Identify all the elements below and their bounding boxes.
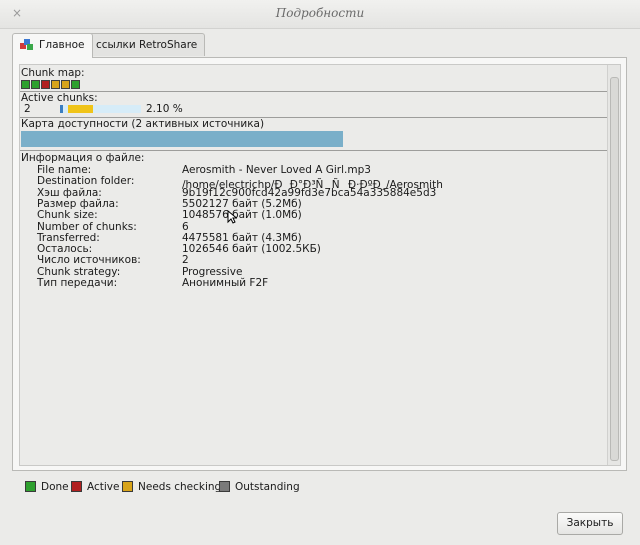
info-key: Number of chunks: — [37, 220, 137, 233]
tab-main[interactable]: Главное — [12, 33, 93, 58]
legend-needs-checking-swatch — [122, 480, 133, 492]
info-value: 6 — [182, 220, 189, 233]
close-button[interactable]: Закрыть — [557, 512, 623, 535]
active-chunks-count: 2 — [24, 103, 31, 115]
legend-active-swatch — [71, 480, 82, 492]
info-value: 1048576 байт (1.0Мб) — [182, 209, 302, 222]
info-key: Transferred: — [37, 231, 100, 244]
tab-main-label: Главное — [39, 39, 85, 51]
info-key: Destination folder: — [37, 175, 135, 188]
legend-done-swatch — [25, 480, 36, 492]
file-info-table: File name: Aerosmith - Never Loved A Girl… — [21, 164, 601, 294]
active-chunks-label: Active chunks: — [21, 92, 98, 104]
info-value: 2 — [182, 254, 189, 267]
legend-active-label: Active — [87, 481, 120, 493]
chunk-done — [71, 80, 80, 89]
main-panel: Chunk map: Active chunks: 2 2.10 % Карта… — [12, 57, 627, 471]
chunk-map — [21, 80, 91, 89]
info-key: Chunk strategy: — [37, 265, 121, 278]
info-value: Aerosmith - Never Loved A Girl.mp3 — [182, 164, 371, 176]
mouse-cursor-icon — [227, 210, 237, 224]
availability-bar — [21, 131, 343, 147]
active-chunk-fill — [68, 105, 93, 113]
info-value: 1026546 байт (1002.5КБ) — [182, 243, 321, 256]
info-value: 4475581 байт (4.3Мб) — [182, 231, 302, 244]
chunk-needs-checking — [51, 80, 60, 89]
scrollbar-thumb[interactable] — [610, 77, 619, 461]
info-key: Число источников: — [37, 254, 141, 267]
separator — [20, 91, 608, 92]
active-chunks-percent: 2.10 % — [146, 103, 183, 115]
info-key: Осталось: — [37, 243, 93, 256]
legend-outstanding-label: Outstanding — [235, 481, 300, 493]
info-value: 5502127 байт (5.2Мб) — [182, 197, 302, 210]
legend-done-label: Done — [41, 481, 69, 493]
active-chunk-marker — [60, 105, 63, 113]
vertical-scrollbar[interactable] — [607, 65, 620, 465]
legend-needs-checking-label: Needs checking — [138, 481, 222, 493]
info-key: Chunk size: — [37, 209, 98, 222]
legend-needs-checking: Needs checking — [122, 480, 222, 493]
info-key: Тип передачи: — [37, 277, 118, 289]
info-key: Размер файла: — [37, 197, 119, 210]
chunk-active — [41, 80, 50, 89]
chunk-done — [31, 80, 40, 89]
tab-retroshare-links[interactable]: ссылки RetroShare — [88, 33, 206, 56]
legend-outstanding: Outstanding — [219, 480, 300, 493]
file-info-label: Информация о файле: — [21, 152, 145, 164]
active-chunk-progress-bar — [60, 105, 141, 113]
info-key: File name: — [37, 164, 92, 176]
legend-outstanding-swatch — [219, 480, 230, 492]
title-bar: × Подробности — [0, 0, 640, 29]
legend-done: Done — [25, 480, 69, 493]
chunk-done — [21, 80, 30, 89]
chunk-map-label: Chunk map: — [21, 67, 85, 79]
availability-label: Карта доступности (2 активных источника) — [21, 118, 265, 130]
window-title: Подробности — [275, 6, 365, 20]
colored-cubes-icon — [20, 38, 33, 50]
info-key: Хэш файла: — [37, 186, 102, 199]
legend-active: Active — [71, 480, 120, 493]
details-scroll-area[interactable]: Chunk map: Active chunks: 2 2.10 % Карта… — [19, 64, 621, 466]
info-value: 9b19f12c900fcd42a99fd3e7bca54a335884e5d3 — [182, 186, 437, 199]
tab-retroshare-label: ссылки RetroShare — [96, 39, 198, 51]
separator — [20, 150, 608, 151]
info-value: Progressive — [182, 265, 243, 278]
chunk-needs-checking — [61, 80, 70, 89]
info-value: Анонимный F2F — [182, 277, 269, 289]
